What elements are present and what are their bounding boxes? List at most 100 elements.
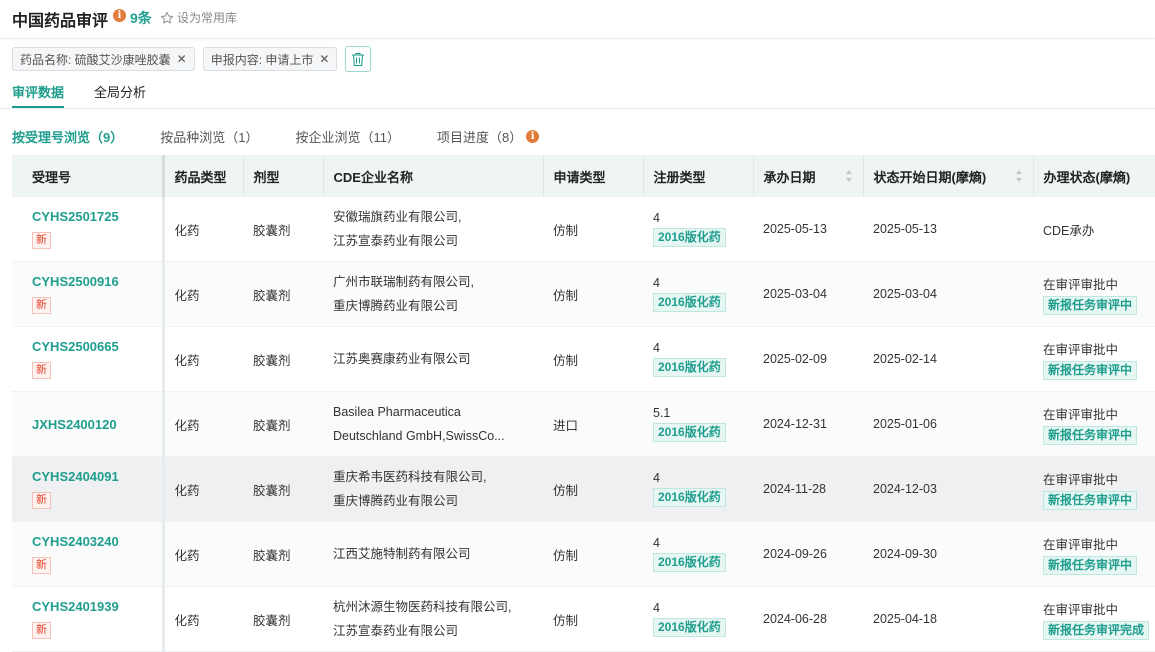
company-name[interactable]: 重庆希韦医药科技有限公司, [333,465,543,489]
review-table: 受理号 药品类型 剂型 CDE企业名称 申请类型 注册类型 承办日期 状态开始日… [12,155,1155,652]
acceptance-cell: JXHS2400120 [12,391,165,457]
company-name[interactable]: 杭州沐源生物医药科技有限公司, [333,595,543,619]
column-header[interactable]: 申请类型 [543,155,644,197]
company-name[interactable]: 广州市联瑞制药有限公司, [333,270,543,294]
tab-review-data[interactable]: 审评数据 [12,82,64,101]
registration-type-cell: 4 2016版化药 [643,326,753,392]
company-name[interactable]: Basilea Pharmaceutica [333,400,543,424]
table-row[interactable]: JXHS2400120 化药 胶囊剂 Basilea Pharmaceutica Deu… [12,391,1155,457]
acceptance-number-link[interactable]: CYHS2500916 [32,274,160,289]
subtab-by-variety[interactable]: 按品种浏览（1） [160,127,258,146]
close-icon[interactable]: ✕ [177,52,187,66]
favorite-button[interactable]: 设为常用库 [160,9,237,26]
status-text: 在审评审批中 [1043,472,1119,487]
acceptance-cell: CYHS2500665 新 [12,326,165,392]
status-tag: 新报任务审评中 [1043,490,1138,510]
status-date-cell: 2025-01-06 [863,391,1033,457]
column-header[interactable]: 办理状态(摩熵) [1033,155,1155,197]
trash-icon [352,52,365,66]
dosage-form-cell: 胶囊剂 [243,326,323,392]
status-date-cell: 2025-04-18 [863,586,1033,652]
company-name[interactable]: 重庆博腾药业有限公司 [333,489,543,513]
column-header-sortable[interactable]: 承办日期 [753,155,864,197]
column-header[interactable]: 受理号 [12,155,165,197]
application-type-cell: 仿制 [543,456,643,522]
registration-class: 4 [653,471,660,485]
status-cell: 在审评审批中 新报任务审评中 [1033,326,1155,392]
acceptance-number-link[interactable]: CYHS2401939 [32,599,160,614]
status-text: 在审评审批中 [1043,407,1119,422]
company-name[interactable]: 江西艾施特制药有限公司 [333,542,543,566]
info-icon[interactable]: i [113,9,126,22]
company-name[interactable]: 江苏宣泰药业有限公司 [333,619,543,643]
status-date-cell: 2024-12-03 [863,456,1033,522]
registration-class: 4 [653,211,660,225]
acceptance-number-link[interactable]: CYHS2404091 [32,469,160,484]
registration-class: 4 [653,341,660,355]
accept-date-cell: 2024-12-31 [753,391,863,457]
company-name[interactable]: 重庆博腾药业有限公司 [333,294,543,318]
subtab-progress[interactable]: 项目进度（8） i [437,127,540,146]
registration-tag: 2016版化药 [653,228,726,247]
company-name[interactable]: Deutschland GmbH,SwissCo... [333,424,543,448]
registration-tag: 2016版化药 [653,618,726,637]
table-row[interactable]: CYHS2500665 新 化药 胶囊剂 江苏奥赛康药业有限公司 仿制 4 2016版化药 20… [12,326,1155,392]
company-name[interactable]: 安徽瑞旗药业有限公司, [333,205,543,229]
sort-icon[interactable] [845,169,853,183]
acceptance-number-link[interactable]: CYHS2501725 [32,209,160,224]
acceptance-number-link[interactable]: CYHS2403240 [32,534,160,549]
status-cell: 在审评审批中新报任务审评中 [1033,391,1155,457]
star-icon [160,11,174,23]
company-cell: 安徽瑞旗药业有限公司, 江苏宣泰药业有限公司 [323,197,543,262]
info-icon[interactable]: i [526,130,540,143]
status-tag: 新报任务审评中 [1043,425,1138,445]
company-cell: 杭州沐源生物医药科技有限公司, 江苏宣泰药业有限公司 [323,586,543,652]
table-row[interactable]: CYHS2403240 新 化药 胶囊剂 江西艾施特制药有限公司 仿制 4 2016版化药 20… [12,521,1155,587]
subtab-by-company[interactable]: 按企业浏览（11） [295,127,400,146]
accept-date-cell: 2024-11-28 [753,456,863,522]
company-name[interactable]: 江苏宣泰药业有限公司 [333,229,543,253]
column-header[interactable]: 注册类型 [643,155,754,197]
status-cell: 在审评审批中 新报任务审评完成 [1033,586,1155,652]
company-name[interactable]: 江苏奥赛康药业有限公司 [333,347,543,371]
status-date-cell: 2024-09-30 [863,521,1033,587]
sort-icon[interactable] [1015,169,1023,183]
acceptance-number-link[interactable]: JXHS2400120 [32,417,160,432]
accept-date-cell: 2025-05-13 [753,197,863,262]
table-row[interactable]: CYHS2500916 新 化药 胶囊剂 广州市联瑞制药有限公司, 重庆博腾药业有限公司仿… [12,261,1155,327]
filter-chip-drug-name: 药品名称: 硫酸艾沙康唑胶囊 ✕ [12,47,195,71]
column-header-label: 承办日期 [763,169,816,185]
drug-type-cell: 化药 [163,261,243,327]
new-badge: 新 [32,297,51,314]
status-tag: 新报任务审评中 [1043,360,1138,380]
acceptance-number-link[interactable]: CYHS2500665 [32,339,160,354]
application-type-cell: 仿制 [543,521,643,587]
table-row[interactable]: CYHS2404091 新 化药 胶囊剂 重庆希韦医药科技有限公司, 重庆博腾药业有限公司… [12,456,1155,522]
status-cell: 在审评审批中 新报任务审评中 [1033,261,1155,327]
top-bar: 中国药品审评 i 9条 设为常用库 [0,0,1155,39]
registration-class: 4 [653,536,660,550]
new-badge: 新 [32,362,51,379]
tab-global-analysis[interactable]: 全局分析 [94,82,146,101]
column-header[interactable]: CDE企业名称 [323,155,544,197]
table-row[interactable]: CYHS2401939 新 化药 胶囊剂 杭州沐源生物医药科技有限公司, 江苏宣泰药业有限… [12,586,1155,652]
new-badge: 新 [32,622,51,639]
column-header-sortable[interactable]: 状态开始日期(摩熵) [863,155,1034,197]
filter-chip-label: 申报内容: 申请上市 [210,52,314,67]
registration-class: 4 [653,276,660,290]
column-header[interactable]: 药品类型 [163,155,244,197]
table-row[interactable]: CYHS2501725 新 化药 胶囊剂 安徽瑞旗药业有限公司, 江苏宣泰药业有限公司 仿制… [12,197,1155,262]
new-badge: 新 [32,492,51,509]
dosage-form-cell: 胶囊剂 [243,391,323,457]
subtab-by-acceptance[interactable]: 按受理号浏览（9） [12,127,123,146]
dosage-form-cell: 胶囊剂 [243,521,323,587]
column-header[interactable]: 剂型 [243,155,324,197]
registration-tag: 2016版化药 [653,423,726,442]
clear-filters-button[interactable] [345,46,372,72]
close-icon[interactable]: ✕ [319,52,329,66]
drug-type-cell: 化药 [163,197,243,262]
registration-type-cell: 4 2016版化药 [643,586,753,652]
company-cell: 重庆希韦医药科技有限公司, 重庆博腾药业有限公司 [323,456,543,522]
acceptance-cell: CYHS2404091 新 [12,456,165,522]
acceptance-cell: CYHS2501725 新 [12,197,165,262]
